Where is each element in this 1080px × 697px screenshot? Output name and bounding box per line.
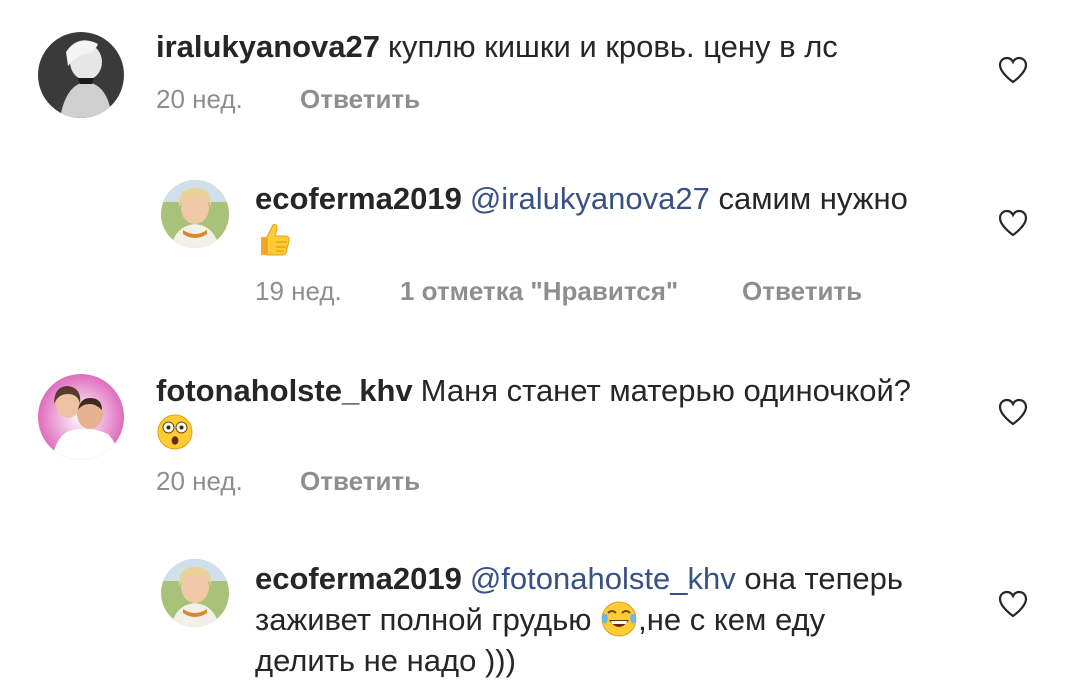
reply-button[interactable]: Ответить bbox=[300, 466, 420, 497]
heart-outline-icon[interactable] bbox=[998, 209, 1028, 237]
comment-time[interactable]: 19 нед. bbox=[255, 276, 342, 307]
username[interactable]: iralukyanova27 bbox=[156, 29, 380, 64]
username[interactable]: ecoferma2019 bbox=[255, 561, 462, 596]
reply-button[interactable]: Ответить bbox=[742, 276, 862, 307]
username[interactable]: fotonaholste_khv bbox=[156, 373, 413, 408]
username[interactable]: ecoferma2019 bbox=[255, 181, 462, 216]
avatar-photo bbox=[161, 559, 229, 627]
reply-button[interactable]: Ответить bbox=[300, 84, 420, 115]
comment-text: куплю кишки и кровь. цену в лс bbox=[388, 29, 838, 64]
comment-text-line2a: заживет полной грудью bbox=[255, 602, 592, 637]
heart-outline-icon[interactable] bbox=[998, 590, 1028, 618]
avatar-photo bbox=[38, 32, 124, 118]
astonished-face-emoji-icon bbox=[157, 414, 193, 450]
heart-outline-icon[interactable] bbox=[998, 56, 1028, 84]
avatar-photo bbox=[161, 180, 229, 248]
comment-text: Маня станет матерью одиночкой? bbox=[420, 373, 912, 408]
likes-count[interactable]: 1 отметка "Нравится" bbox=[400, 276, 678, 307]
comment-time[interactable]: 20 нед. bbox=[156, 84, 243, 115]
face-with-tears-of-joy-emoji-icon bbox=[601, 601, 637, 637]
comment-text-line1: она теперь bbox=[744, 561, 904, 596]
comment-text: самим нужно bbox=[718, 181, 908, 216]
avatar[interactable] bbox=[161, 180, 229, 248]
comment-text-line2b: ,не с кем еду bbox=[638, 602, 826, 637]
avatar[interactable] bbox=[161, 559, 229, 627]
avatar[interactable] bbox=[38, 32, 124, 118]
mention-link[interactable]: @iralukyanova27 bbox=[470, 181, 710, 216]
comment-time[interactable]: 20 нед. bbox=[156, 466, 243, 497]
thumbs-up-emoji-icon bbox=[261, 224, 290, 256]
avatar-photo bbox=[38, 374, 124, 460]
comment-text-line3: делить не надо ))) bbox=[255, 643, 516, 678]
mention-link[interactable]: @fotonaholste_khv bbox=[470, 561, 736, 596]
heart-outline-icon[interactable] bbox=[998, 398, 1028, 426]
avatar[interactable] bbox=[38, 374, 124, 460]
